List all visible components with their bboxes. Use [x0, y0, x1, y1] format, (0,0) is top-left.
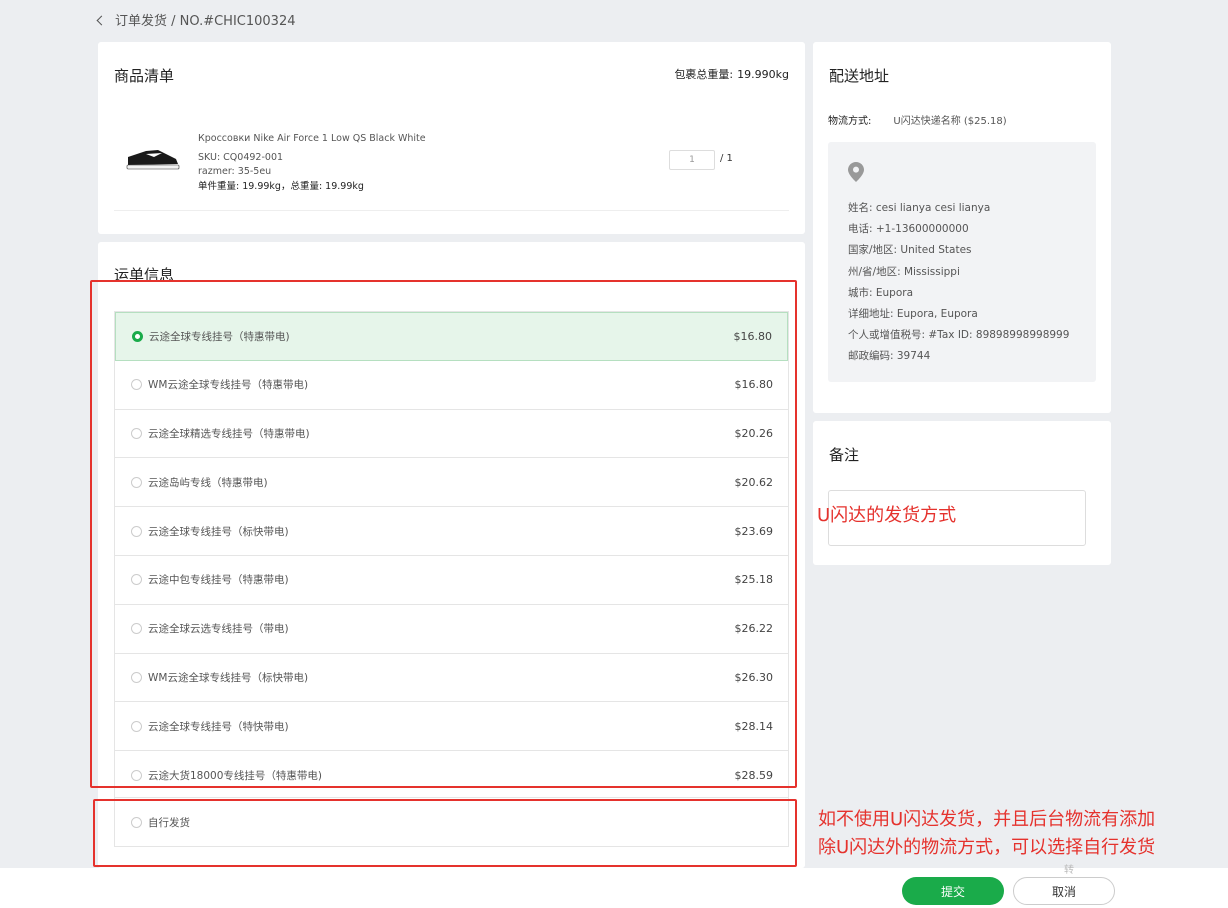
- address-card: 配送地址 物流方式: U闪达快递名称 ($25.18) 姓名: cesi lian…: [813, 42, 1111, 413]
- notes-card: 备注: [813, 421, 1111, 565]
- faint-text: 转: [1064, 865, 1074, 876]
- location-pin-icon: [848, 162, 864, 182]
- chevron-left-icon[interactable]: [96, 15, 107, 25]
- annotation-box-self-ship: [93, 799, 797, 867]
- address-line: 个人或增值税号: #Tax ID: 89898998998999: [848, 329, 1070, 342]
- divider: [114, 210, 789, 211]
- address-line: 州/省/地区: Mississippi: [848, 265, 960, 278]
- package-weight: 包裹总重量: 19.990kg: [674, 66, 789, 82]
- shipping-method: 物流方式: U闪达快递名称 ($25.18): [828, 112, 1007, 127]
- notes-title: 备注: [829, 446, 860, 464]
- address-lines: 姓名: cesi lianya cesi lianya 电话: +1-136000…: [848, 198, 1069, 368]
- weight-label: 包裹总重量:: [674, 68, 734, 81]
- product-info: Кроссовки Nike Air Force 1 Low QS Black …: [198, 132, 426, 194]
- address-line: 姓名: cesi lianya cesi lianya: [848, 202, 991, 214]
- address-line: 国家/地区: United States: [848, 244, 972, 257]
- annotation-method-note: U闪达的发货方式: [817, 505, 957, 526]
- products-card: 商品清单 包裹总重量: 19.990kg Кроссовки Nike Air F…: [98, 42, 805, 234]
- quantity-total: / 1: [720, 153, 733, 164]
- address-line: 邮政编码: 39744: [848, 350, 931, 363]
- annotation-self-ship-note-1: 如不使用U闪达发货，并且后台物流有添加: [818, 809, 1156, 830]
- address-box: 姓名: cesi lianya cesi lianya 电话: +1-136000…: [828, 142, 1096, 382]
- product-weights: 单件重量: 19.99kg，总重量: 19.99kg: [198, 180, 364, 192]
- product-image: [126, 150, 180, 170]
- address-line: 城市: Eupora: [848, 286, 914, 299]
- method-label: 物流方式:: [828, 116, 872, 127]
- weight-value: 19.990kg: [737, 68, 789, 81]
- quantity-input[interactable]: 1: [669, 150, 715, 170]
- submit-button[interactable]: 提交: [902, 877, 1004, 905]
- address-line: 电话: +1-13600000000: [848, 223, 969, 236]
- products-title: 商品清单: [114, 67, 175, 85]
- breadcrumb[interactable]: 订单发货 / NO.#CHIC100324: [96, 10, 296, 29]
- address-line: 详细地址: Eupora, Eupora: [848, 308, 978, 321]
- annotation-box-shipping-options: [90, 280, 797, 788]
- product-size: razmer: 35-5eu: [198, 166, 272, 177]
- method-value: U闪达快递名称 ($25.18): [893, 116, 1007, 127]
- address-title: 配送地址: [829, 67, 890, 85]
- product-sku: SKU: CQ0492-001: [198, 151, 284, 163]
- annotation-self-ship-note-2: 除U闪达外的物流方式，可以选择自行发货: [818, 837, 1156, 858]
- cancel-button[interactable]: 取消: [1013, 877, 1115, 905]
- breadcrumb-text: 订单发货 / NO.#CHIC100324: [115, 14, 296, 29]
- product-name: Кроссовки Nike Air Force 1 Low QS Black …: [198, 133, 426, 144]
